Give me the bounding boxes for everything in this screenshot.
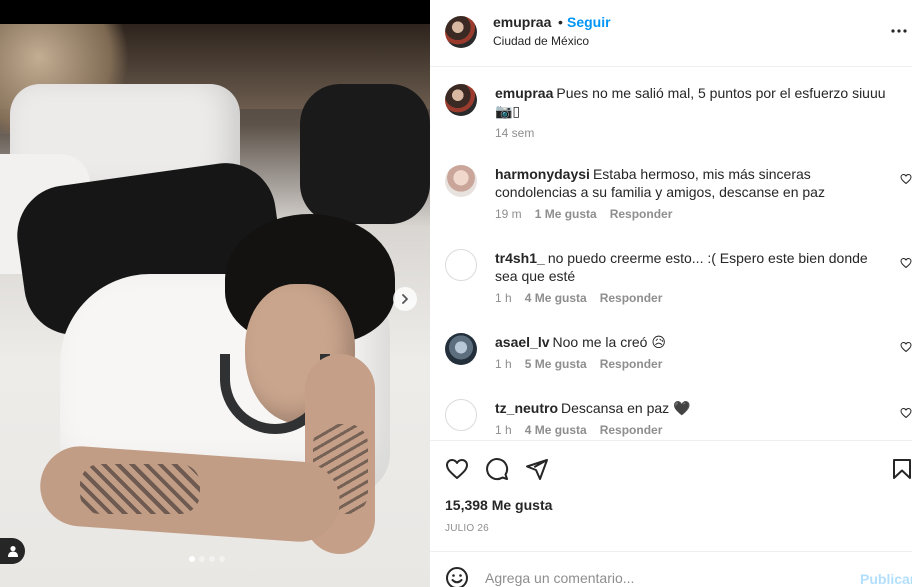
comment-time[interactable]: 1 h [495,291,512,305]
reply-button[interactable]: Responder [610,207,673,221]
comment-icon[interactable] [485,457,509,481]
post-sidebar: emupraa • Seguir Ciudad de México emupra… [430,0,912,587]
chevron-right-icon [402,294,408,304]
heart-icon[interactable] [900,341,912,353]
heart-icon[interactable] [445,457,469,481]
comment-likes[interactable]: 1 Me gusta [535,207,597,221]
comment-item: asael_lv Noo me la creó 😥 1 h 5 Me gusta … [430,333,912,377]
caption-username[interactable]: emupraa [495,85,553,101]
comment-username[interactable]: harmonydaysi [495,166,590,182]
avatar[interactable] [445,84,477,116]
caption: emupraa Pues no me salió mal, 5 puntos po… [430,84,912,144]
caption-meta: 14 sem [495,126,534,140]
tagged-users-button[interactable] [0,538,25,564]
carousel-dot [209,556,215,562]
emoji-icon[interactable] [445,566,469,587]
comment-time[interactable]: 1 h [495,357,512,371]
bookmark-icon[interactable] [890,457,912,481]
comment-text: tz_neutro Descansa en paz 🖤 [495,399,895,417]
comment-time[interactable]: 1 h [495,423,512,437]
comment-item: tz_neutro Descansa en paz 🖤 1 h 4 Me gust… [430,399,912,440]
comment-username[interactable]: asael_lv [495,334,550,350]
comment-likes[interactable]: 4 Me gusta [525,423,587,437]
avatar[interactable] [445,249,477,281]
publish-button[interactable]: Publicar [860,571,912,587]
caption-time[interactable]: 14 sem [495,126,534,140]
reply-button[interactable]: Responder [600,357,663,371]
comments-list[interactable]: emupraa Pues no me salió mal, 5 puntos po… [430,68,912,441]
comment-likes[interactable]: 5 Me gusta [525,357,587,371]
next-image-button[interactable] [393,287,417,311]
caption-body: Pues no me salió mal, 5 puntos por el es… [495,85,886,119]
post-dialog: emupraa • Seguir Ciudad de México emupra… [0,0,912,587]
comment-body: no puedo creerme esto... :( Espero este … [495,250,868,284]
comment-composer: Publicar [430,552,912,587]
avatar[interactable] [445,16,477,48]
avatar[interactable] [445,399,477,431]
carousel-dot [189,556,195,562]
comment-body: Descansa en paz 🖤 [561,400,691,416]
dot-separator: • [558,14,563,30]
avatar[interactable] [445,333,477,365]
heart-icon[interactable] [900,407,912,419]
comment-meta: 1 h 5 Me gusta Responder [495,357,662,371]
follow-button[interactable]: Seguir [567,14,611,30]
caption-text: emupraa Pues no me salió mal, 5 puntos po… [495,84,895,120]
comment-input[interactable] [485,569,845,587]
carousel-dot [199,556,205,562]
more-icon[interactable] [890,28,908,34]
carousel-indicator [189,556,225,562]
user-tag-icon [7,546,18,557]
comment-body: Noo me la creó 😥 [552,334,666,350]
comment-username[interactable]: tr4sh1_ [495,250,545,266]
post-date[interactable]: JULIO 26 [445,523,489,534]
author-username[interactable]: emupraa [493,14,551,30]
send-icon[interactable] [525,457,549,481]
post-header: emupraa • Seguir Ciudad de México [430,0,912,67]
comment-item: tr4sh1_ no puedo creerme esto... :( Esper… [430,249,912,309]
comment-likes[interactable]: 4 Me gusta [525,291,587,305]
comment-meta: 19 m 1 Me gusta Responder [495,207,672,221]
reply-button[interactable]: Responder [600,291,663,305]
post-media [0,0,430,587]
comment-text: asael_lv Noo me la creó 😥 [495,333,895,351]
comment-time[interactable]: 19 m [495,207,522,221]
comment-meta: 1 h 4 Me gusta Responder [495,423,662,437]
carousel-dot [219,556,225,562]
reply-button[interactable]: Responder [600,423,663,437]
comment-item: harmonydaysi Estaba hermoso, mis más sinc… [430,165,912,225]
comment-text: tr4sh1_ no puedo creerme esto... :( Esper… [495,249,890,285]
comment-meta: 1 h 4 Me gusta Responder [495,291,662,305]
heart-icon[interactable] [900,173,912,185]
likes-count[interactable]: 15,398 Me gusta [445,497,552,513]
comment-text: harmonydaysi Estaba hermoso, mis más sinc… [495,165,890,201]
heart-icon[interactable] [900,257,912,269]
avatar[interactable] [445,165,477,197]
location-link[interactable]: Ciudad de México [493,34,589,48]
post-photo[interactable] [0,24,430,587]
comment-username[interactable]: tz_neutro [495,400,558,416]
